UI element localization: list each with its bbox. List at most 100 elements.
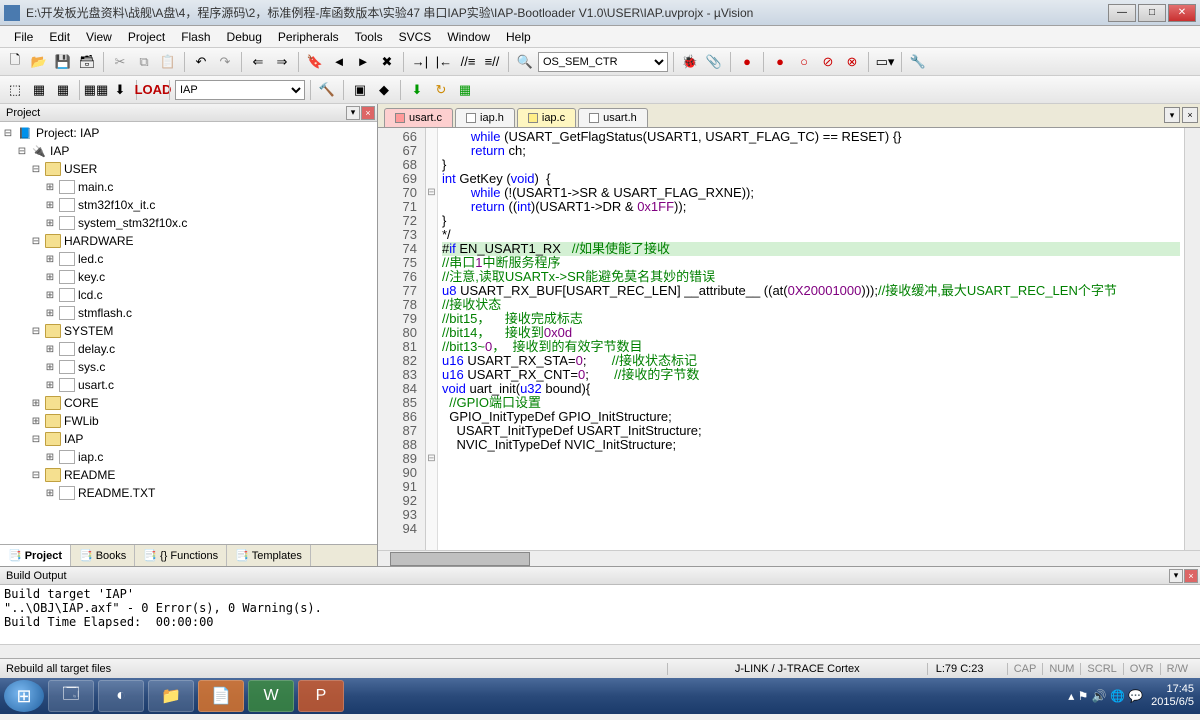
manage-rte-icon[interactable]: ◆ [373, 79, 395, 101]
tree-group-readme[interactable]: ⊟README [2, 466, 375, 484]
cut-icon[interactable]: ✂ [109, 51, 131, 73]
panel-tab-books[interactable]: 📑Books [71, 545, 135, 566]
tree-group-system[interactable]: ⊟SYSTEM [2, 322, 375, 340]
bookmark-prev-icon[interactable]: ◄ [328, 51, 350, 73]
options-icon[interactable]: 🔨 [316, 79, 338, 101]
download-icon[interactable]: ⬇ [406, 79, 428, 101]
breakpoint-icon[interactable]: ● [736, 51, 758, 73]
editor-tab-iap-h[interactable]: iap.h [455, 108, 515, 127]
tree-file-usart-c[interactable]: ⊞usart.c [2, 376, 375, 394]
tree-group-fwlib[interactable]: ⊞FWLib [2, 412, 375, 430]
tree-target[interactable]: ⊟🔌IAP [2, 142, 375, 160]
tree-group-iap[interactable]: ⊟IAP [2, 430, 375, 448]
taskbar-pdf-icon[interactable]: 📄 [198, 680, 244, 712]
taskbar-folder-icon[interactable]: 📁 [148, 680, 194, 712]
disable-bp-icon[interactable]: ⊘ [817, 51, 839, 73]
nav-fwd-icon[interactable]: ⇒ [271, 51, 293, 73]
comment-icon[interactable]: //≡ [457, 51, 479, 73]
bookmark-next-icon[interactable]: ► [352, 51, 374, 73]
outdent-icon[interactable]: |← [433, 51, 455, 73]
bookmark-icon[interactable]: 🔖 [304, 51, 326, 73]
kill-bp-icon[interactable]: ⊗ [841, 51, 863, 73]
tree-group-core[interactable]: ⊞CORE [2, 394, 375, 412]
build-icon-2[interactable]: ▦ [28, 79, 50, 101]
copy-icon[interactable]: ⧉ [133, 51, 155, 73]
insert-icon[interactable]: 📎 [703, 51, 725, 73]
bo-pin-icon[interactable]: ▾ [1169, 569, 1183, 583]
nav-back-icon[interactable]: ⇐ [247, 51, 269, 73]
tree-file-sys-c[interactable]: ⊞sys.c [2, 358, 375, 376]
editor-tab-usart-h[interactable]: usart.h [578, 108, 648, 127]
tree-group-user[interactable]: ⊟USER [2, 160, 375, 178]
build-icon[interactable]: ⬚ [4, 79, 26, 101]
tray-icons[interactable]: ▴ ⚑ 🔊 🌐 💬 [1068, 689, 1143, 703]
tree-group-hardware[interactable]: ⊟HARDWARE [2, 232, 375, 250]
menu-project[interactable]: Project [120, 28, 173, 46]
taskbar-explorer-icon[interactable]: 🗔 [48, 680, 94, 712]
editor-tab-iap-c[interactable]: iap.c [517, 108, 576, 127]
new-file-icon[interactable]: 🗋 [4, 51, 26, 73]
tree-file-key-c[interactable]: ⊞key.c [2, 268, 375, 286]
tree-file-iap-c[interactable]: ⊞iap.c [2, 448, 375, 466]
tree-file-stm32f10x_it-c[interactable]: ⊞stm32f10x_it.c [2, 196, 375, 214]
indent-icon[interactable]: →| [409, 51, 431, 73]
tree-file-lcd-c[interactable]: ⊞lcd.c [2, 286, 375, 304]
target-select[interactable]: IAP [175, 80, 305, 100]
menu-flash[interactable]: Flash [173, 28, 218, 46]
menu-tools[interactable]: Tools [347, 28, 391, 46]
bo-scrollbar[interactable] [0, 644, 1200, 658]
load-icon[interactable]: LOAD [142, 79, 164, 101]
paste-icon[interactable]: 📋 [157, 51, 179, 73]
minimize-button[interactable]: — [1108, 4, 1136, 22]
uncomment-icon[interactable]: ≡// [481, 51, 503, 73]
open-file-icon[interactable]: 📂 [28, 51, 50, 73]
panel-tab-project[interactable]: 📑Project [0, 545, 71, 566]
menu-edit[interactable]: Edit [41, 28, 78, 46]
menu-help[interactable]: Help [498, 28, 539, 46]
find-icon[interactable]: 🔍 [514, 51, 536, 73]
save-all-icon[interactable]: 🗃 [76, 51, 98, 73]
translate-icon[interactable]: ⬇ [109, 79, 131, 101]
menu-peripherals[interactable]: Peripherals [270, 28, 347, 46]
menu-debug[interactable]: Debug [219, 28, 270, 46]
vertical-scrollbar[interactable] [1184, 128, 1200, 550]
close-button[interactable]: ✕ [1168, 4, 1196, 22]
redo-icon[interactable]: ↷ [214, 51, 236, 73]
menu-view[interactable]: View [78, 28, 120, 46]
taskbar-ppt-icon[interactable]: P [298, 680, 344, 712]
save-icon[interactable]: 💾 [52, 51, 74, 73]
bookmark-clear-icon[interactable]: ✖ [376, 51, 398, 73]
start-button[interactable] [4, 680, 44, 712]
code-editor[interactable]: while (USART_GetFlagStatus(USART1, USART… [438, 128, 1184, 550]
tray-clock[interactable]: 17:45 2015/6/5 [1151, 683, 1194, 709]
record-icon[interactable]: ● [769, 51, 791, 73]
editor-tab-usart-c[interactable]: usart.c [384, 108, 453, 127]
rebuild-icon[interactable]: ▦ [52, 79, 74, 101]
erase-icon[interactable]: ↻ [430, 79, 452, 101]
menu-file[interactable]: File [6, 28, 41, 46]
flash-icon[interactable]: ▦ [454, 79, 476, 101]
tree-file-stmflash-c[interactable]: ⊞stmflash.c [2, 304, 375, 322]
configure-icon[interactable]: 🔧 [907, 51, 929, 73]
panel-tab-templates[interactable]: 📑Templates [227, 545, 311, 566]
panel-pin-icon[interactable]: ▾ [346, 106, 360, 120]
menu-svcs[interactable]: SVCS [391, 28, 440, 46]
manage-icon[interactable]: ▣ [349, 79, 371, 101]
panel-close-icon[interactable]: × [361, 106, 375, 120]
tree-file-main-c[interactable]: ⊞main.c [2, 178, 375, 196]
tree-project-root[interactable]: ⊟📘Project: IAP [2, 124, 375, 142]
taskbar-app2-icon[interactable]: W [248, 680, 294, 712]
build-output-text[interactable]: Build target 'IAP' "..\OBJ\IAP.axf" - 0 … [0, 585, 1200, 644]
maximize-button[interactable]: □ [1138, 4, 1166, 22]
stop-record-icon[interactable]: ○ [793, 51, 815, 73]
horizontal-scrollbar[interactable] [378, 550, 1200, 566]
tab-close-icon[interactable]: × [1182, 107, 1198, 123]
tree-file-system_stm32f10x-c[interactable]: ⊞system_stm32f10x.c [2, 214, 375, 232]
tree-file-README-TXT[interactable]: ⊞README.TXT [2, 484, 375, 502]
find-select[interactable]: OS_SEM_CTR [538, 52, 668, 72]
bo-close-icon[interactable]: × [1184, 569, 1198, 583]
tab-dropdown-icon[interactable]: ▾ [1164, 107, 1180, 123]
batch-build-icon[interactable]: ▦▦ [85, 79, 107, 101]
undo-icon[interactable]: ↶ [190, 51, 212, 73]
tree-file-led-c[interactable]: ⊞led.c [2, 250, 375, 268]
